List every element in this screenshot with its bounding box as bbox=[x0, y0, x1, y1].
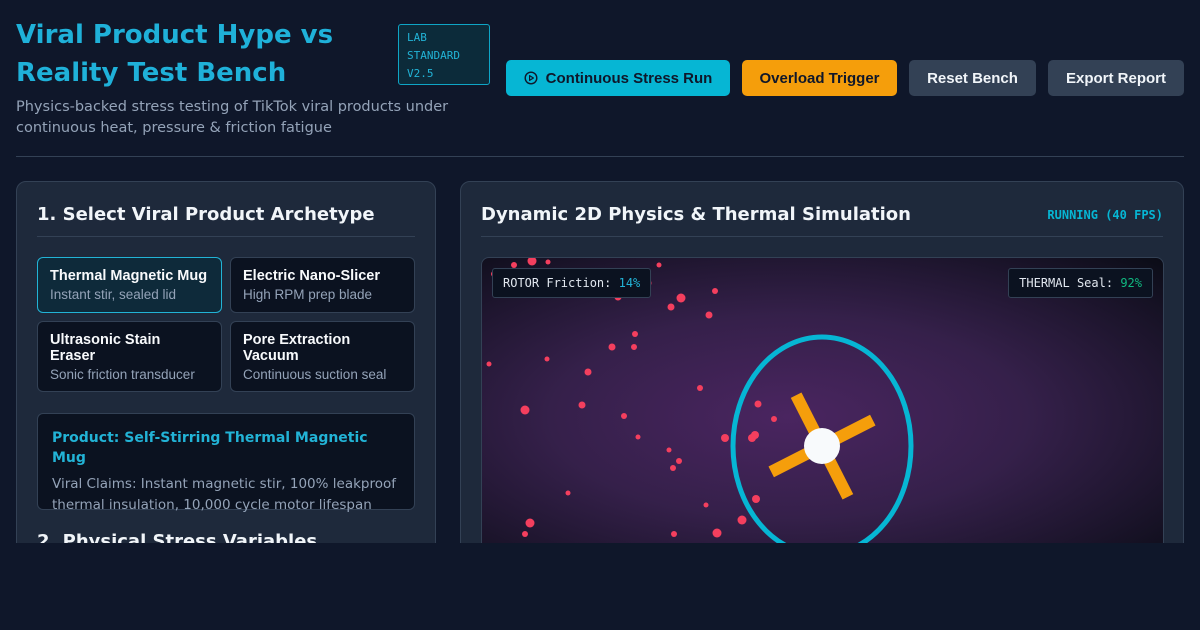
app-viewport: Viral Product Hype vs Reality Test Bench… bbox=[0, 0, 1200, 543]
thermal-seal-label: THERMAL Seal: bbox=[1019, 276, 1114, 290]
product-claims: Viral Claims: Instant magnetic stir, 100… bbox=[52, 476, 397, 513]
archetype-panel-heading: 1. Select Viral Product Archetype bbox=[37, 204, 375, 225]
thermal-seal-readout: THERMAL Seal: 92% bbox=[1008, 268, 1153, 298]
page-title: Viral Product Hype vs Reality Test Bench bbox=[16, 20, 334, 88]
export-report-button[interactable]: Export Report bbox=[1048, 60, 1184, 96]
archetype-card-title: Ultrasonic Stain Eraser bbox=[50, 332, 161, 364]
archetype-card-title: Electric Nano-Slicer bbox=[243, 268, 380, 284]
continuous-stress-run-button[interactable]: Continuous Stress Run bbox=[506, 60, 730, 96]
simulation-panel-heading: Dynamic 2D Physics & Thermal Simulation bbox=[481, 204, 911, 225]
simulation-canvas[interactable]: ROTOR Friction: 14% THERMAL Seal: 92% bbox=[481, 257, 1164, 543]
rotor-friction-value: 14% bbox=[618, 276, 641, 290]
rotor-hub bbox=[804, 428, 840, 464]
page-header: Viral Product Hype vs Reality Test Bench… bbox=[16, 16, 1184, 157]
panel-divider bbox=[37, 236, 415, 237]
archetype-card-electric-nano-slicer[interactable]: Electric Nano-Slicer High RPM prep blade bbox=[230, 257, 415, 313]
continuous-stress-run-label: Continuous Stress Run bbox=[545, 69, 713, 87]
heat-particles bbox=[486, 258, 777, 538]
overload-trigger-button[interactable]: Overload Trigger bbox=[742, 60, 897, 96]
stress-variables-heading: 2. Physical Stress Variables bbox=[37, 531, 318, 543]
archetype-card-desc: Continuous suction seal bbox=[243, 367, 387, 382]
archetype-card-desc: Sonic friction transducer bbox=[50, 367, 195, 382]
archetype-card-desc: High RPM prep blade bbox=[243, 287, 373, 302]
panel-divider bbox=[481, 236, 1163, 237]
reset-bench-button[interactable]: Reset Bench bbox=[909, 60, 1036, 96]
archetype-card-thermal-magnetic-mug[interactable]: Thermal Magnetic Mug Instant stir, seale… bbox=[37, 257, 222, 313]
rotor-friction-readout: ROTOR Friction: 14% bbox=[492, 268, 652, 298]
archetype-panel: 1. Select Viral Product Archetype Therma… bbox=[16, 181, 436, 543]
simulation-panel: Dynamic 2D Physics & Thermal Simulation … bbox=[460, 181, 1184, 543]
archetype-card-title: Pore Extraction Vacuum bbox=[243, 332, 351, 364]
rotor-friction-label: ROTOR Friction: bbox=[503, 276, 612, 290]
page-subtitle: Physics-backed stress testing of TikTok … bbox=[16, 99, 449, 136]
product-name: Product: Self-Stirring Thermal Magnetic … bbox=[52, 430, 368, 466]
archetype-card-pore-extraction-vacuum[interactable]: Pore Extraction Vacuum Continuous suctio… bbox=[230, 321, 415, 392]
archetype-card-title: Thermal Magnetic Mug bbox=[50, 268, 208, 284]
simulation-scene bbox=[486, 258, 914, 543]
simulation-status: RUNNING (40 FPS) bbox=[1047, 208, 1163, 222]
thermal-seal-value: 92% bbox=[1120, 276, 1142, 290]
product-info-box: Product: Self-Stirring Thermal Magnetic … bbox=[37, 413, 415, 513]
version-badge: LAB STANDARD V2.5 bbox=[398, 24, 490, 85]
archetype-card-ultrasonic-stain-eraser[interactable]: Ultrasonic Stain Eraser Sonic friction t… bbox=[37, 321, 222, 392]
play-circle-icon bbox=[524, 71, 538, 85]
archetype-card-desc: Instant stir, sealed lid bbox=[50, 287, 177, 302]
